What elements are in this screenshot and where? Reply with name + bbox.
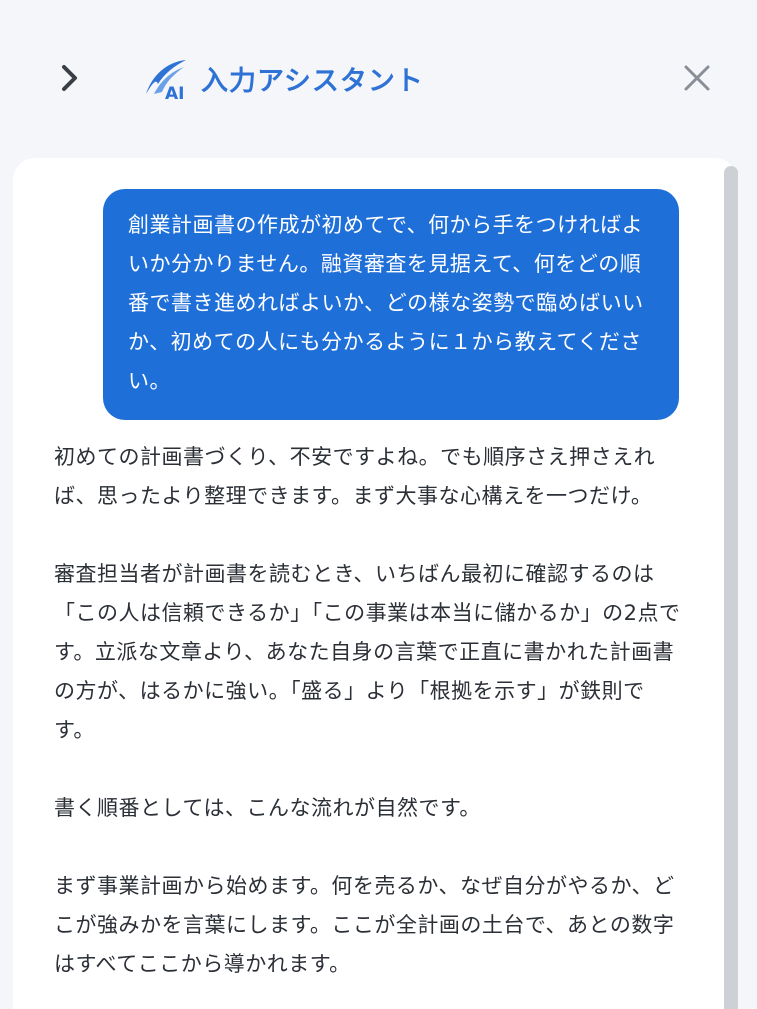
assistant-reply: 初めての計画書づくり、不安ですよね。でも順序さえ押さえれば、思ったより整理できま…: [54, 438, 684, 1009]
logo-text: AI: [165, 84, 184, 102]
assistant-header: AI 入力アシスタント: [0, 0, 757, 150]
assistant-paragraph: まず事業計画から始めます。何を売るか、なぜ自分がやるか、どこが強みかを言葉にしま…: [54, 874, 675, 976]
chevron-right-icon[interactable]: [52, 58, 88, 98]
assistant-paragraph: 書く順番としては、こんな流れが自然です。: [54, 796, 481, 820]
close-icon[interactable]: [678, 58, 716, 98]
assistant-paragraph: 初めての計画書づくり、不安ですよね。でも順序さえ押さえれば、思ったより整理できま…: [54, 445, 656, 508]
user-message-bubble: 創業計画書の作成が初めてで、何から手をつければよいか分かりません。融資審査を見据…: [103, 189, 679, 420]
assistant-paragraph: 審査担当者が計画書を読むとき、いちばん最初に確認するのは「この人は信頼できるか」…: [54, 562, 681, 742]
chat-panel: 創業計画書の作成が初めてで、何から手をつければよいか分かりません。融資審査を見据…: [13, 158, 737, 1009]
page-title: 入力アシスタント: [201, 65, 424, 97]
ai-logo: AI: [140, 54, 192, 104]
brand: AI 入力アシスタント: [140, 52, 424, 104]
scrollbar[interactable]: [724, 166, 738, 1009]
